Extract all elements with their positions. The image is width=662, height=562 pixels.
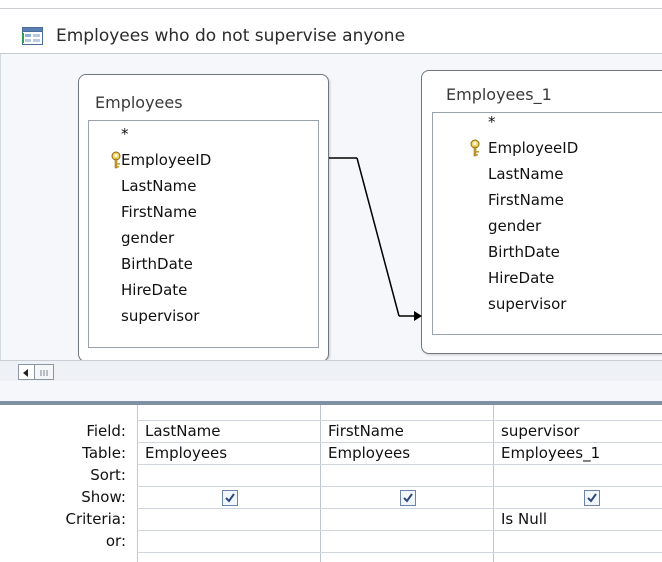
design-grid[interactable]: Field: Table: Sort: Show: Criteria: or: …	[0, 405, 662, 562]
window-top-border	[0, 0, 662, 9]
scroll-thumb[interactable]	[34, 364, 54, 380]
pane-splitter[interactable]	[0, 381, 662, 405]
row-label-show: Show:	[81, 488, 126, 506]
grid-column-divider	[137, 405, 138, 562]
window-title: Employees who do not supervise anyone	[56, 26, 406, 46]
primary-key-icon	[470, 139, 480, 157]
field-list[interactable]: * EmployeeID LastName FirstName gender B…	[88, 120, 319, 348]
scroll-left-arrow-icon[interactable]	[18, 364, 35, 380]
grid-table-cell[interactable]: Employees	[328, 442, 410, 464]
row-label-sort: Sort:	[90, 466, 126, 484]
checkmark-icon	[403, 493, 413, 503]
grid-criteria-cell[interactable]: Is Null	[501, 508, 547, 530]
grid-field-cell[interactable]: supervisor	[501, 420, 579, 442]
table-title: Employees	[95, 93, 183, 112]
checkmark-icon	[587, 493, 597, 503]
grid-table-cell[interactable]: Employees_1	[501, 442, 600, 464]
row-label-criteria: Criteria:	[65, 510, 127, 528]
grid-table-cell[interactable]: Employees	[145, 442, 227, 464]
field-list-employees[interactable]: Employees * EmployeeID LastName FirstNam…	[78, 74, 329, 362]
row-label-or: or:	[105, 532, 126, 548]
field-list[interactable]: * EmployeeID LastName FirstName gender B…	[432, 112, 662, 335]
grid-column-divider	[493, 405, 494, 562]
table-design-area[interactable]: Employees * EmployeeID LastName FirstNam…	[0, 54, 662, 362]
query-design-icon	[22, 27, 43, 45]
horizontal-scrollbar[interactable]	[0, 360, 662, 382]
field-list-employees-1[interactable]: Employees_1 * EmployeeID LastName FirstN…	[421, 70, 662, 354]
query-tab-header[interactable]: Employees who do not supervise anyone	[0, 9, 662, 54]
join-line[interactable]	[321, 144, 431, 334]
checkmark-icon	[225, 493, 235, 503]
row-label-table: Table:	[82, 444, 126, 462]
grid-field-cell[interactable]: LastName	[145, 420, 221, 442]
grid-field-cell[interactable]: FirstName	[328, 420, 404, 442]
grid-column-divider	[320, 405, 321, 562]
table-title: Employees_1	[446, 85, 552, 104]
show-checkbox[interactable]	[400, 490, 416, 506]
row-label-field: Field:	[86, 422, 126, 440]
show-checkbox[interactable]	[222, 490, 238, 506]
show-checkbox[interactable]	[584, 490, 600, 506]
